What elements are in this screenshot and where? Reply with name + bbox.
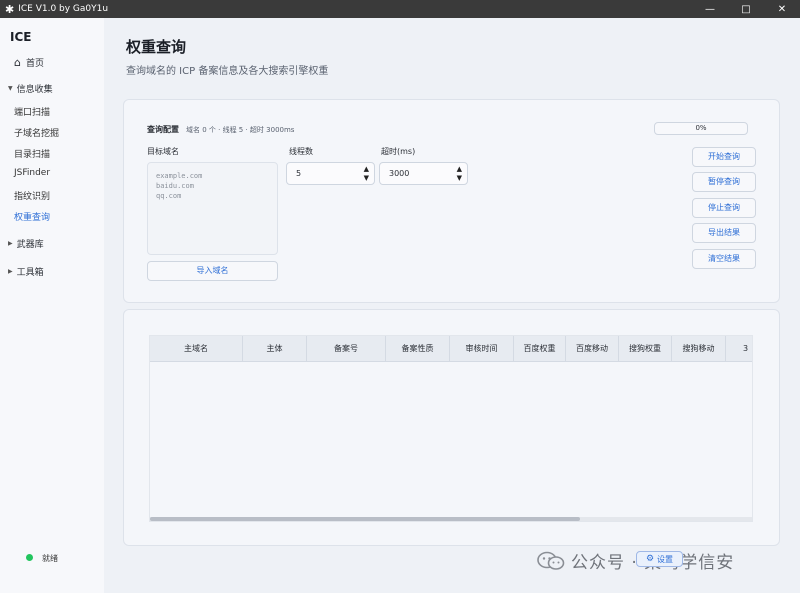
settings-button[interactable]: ⚙ 设置: [636, 551, 683, 567]
stop-query-button[interactable]: 停止查询: [692, 198, 756, 218]
export-results-button[interactable]: 导出结果: [692, 223, 756, 243]
start-query-button[interactable]: 开始查询: [692, 147, 756, 167]
window-title: ICE V1.0 by Ga0Y1u: [18, 4, 109, 14]
column-header-sogou-weight[interactable]: 搜狗权重: [619, 336, 672, 362]
stepper-arrows: ▲ ▼: [364, 165, 369, 183]
page-subtitle: 查询域名的 ICP 备案信息及各大搜索引擎权重: [126, 66, 329, 77]
minimize-button[interactable]: —: [692, 0, 728, 18]
progress-bar: 0%: [654, 122, 748, 135]
stepper-down-icon[interactable]: ▼: [364, 174, 369, 183]
sidebar-item-jsfinder[interactable]: JSFinder: [14, 168, 50, 178]
sidebar-item-home[interactable]: ⌂ 首页: [14, 56, 44, 69]
column-header-audit-time[interactable]: 审核时间: [450, 336, 514, 362]
wechat-icon: [537, 551, 565, 570]
sidebar: ICE ⌂ 首页 ▼ 信息收集 端口扫描 子域名挖掘 目录扫描 JSFinder…: [0, 18, 104, 593]
stepper-arrows: ▲ ▼: [457, 165, 462, 183]
maximize-button[interactable]: □: [728, 0, 764, 18]
column-header-baidu-mobile[interactable]: 百度移动: [566, 336, 619, 362]
close-button[interactable]: ✕: [764, 0, 800, 18]
domain-input[interactable]: [156, 171, 269, 246]
progress-text: 0%: [695, 124, 707, 132]
results-panel: ︿ 主域名 主体 备案号 备案性质 审核时间 百度权重 百度移动 搜狗权重 搜狗移…: [123, 309, 780, 546]
pause-query-button[interactable]: 暂停查询: [692, 172, 756, 192]
sidebar-item-label: 首页: [25, 59, 44, 69]
sidebar-item-port-scan[interactable]: 端口扫描: [14, 105, 50, 118]
threads-stepper[interactable]: 5 ▲ ▼: [286, 162, 375, 185]
status-indicator: [26, 554, 33, 561]
home-icon: ⌂: [14, 56, 21, 69]
stepper-down-icon[interactable]: ▼: [457, 174, 462, 183]
settings-label: 设置: [657, 554, 674, 564]
caret-down-icon: ▼: [8, 85, 13, 92]
results-table[interactable]: ︿ 主域名 主体 备案号 备案性质 审核时间 百度权重 百度移动 搜狗权重 搜狗移…: [149, 335, 753, 522]
config-title: 查询配置: [147, 125, 179, 134]
timeout-label: 超时(ms): [381, 147, 416, 156]
sidebar-group-arsenal[interactable]: ▶ 武器库: [8, 237, 44, 250]
column-header-more[interactable]: 3: [726, 336, 752, 362]
window-controls: — □ ✕: [692, 0, 800, 18]
threads-value: 5: [296, 169, 302, 178]
sidebar-item-fingerprint[interactable]: 指纹识别: [14, 189, 50, 202]
horizontal-scrollbar[interactable]: [150, 517, 752, 521]
column-header-baidu-weight[interactable]: 百度权重: [514, 336, 566, 362]
timeout-stepper[interactable]: 3000 ▲ ▼: [379, 162, 468, 185]
domain-input-box[interactable]: [147, 162, 278, 255]
domain-label: 目标域名: [147, 147, 179, 156]
import-domain-button[interactable]: 导入域名: [147, 261, 278, 281]
status-text: 就绪: [42, 554, 58, 563]
page-title: 权重查询: [126, 38, 187, 56]
sidebar-group-toolbox[interactable]: ▶ 工具箱: [8, 265, 44, 278]
stepper-up-icon[interactable]: ▲: [364, 165, 369, 174]
timeout-value: 3000: [389, 169, 410, 178]
column-header-icp-type[interactable]: 备案性质: [386, 336, 450, 362]
main-content: 权重查询 查询域名的 ICP 备案信息及各大搜索引擎权重 查询配置 域名 0 个…: [104, 18, 800, 593]
clear-results-button[interactable]: 清空结果: [692, 249, 756, 269]
query-config-panel: 查询配置 域名 0 个 · 线程 5 · 超时 3000ms 0% 目标域名 导…: [123, 99, 780, 303]
sort-icon: ︿: [194, 343, 201, 350]
sidebar-group-label: 工具箱: [16, 268, 44, 278]
sidebar-group-info-gathering[interactable]: ▼ 信息收集: [8, 82, 53, 95]
caret-right-icon: ▶: [8, 268, 13, 275]
table-header: ︿ 主域名 主体 备案号 备案性质 审核时间 百度权重 百度移动 搜狗权重 搜狗移…: [150, 336, 752, 362]
column-header-domain[interactable]: ︿ 主域名: [150, 336, 243, 362]
config-summary: 域名 0 个 · 线程 5 · 超时 3000ms: [186, 126, 295, 134]
stepper-up-icon[interactable]: ▲: [457, 165, 462, 174]
caret-right-icon: ▶: [8, 240, 13, 247]
brand-logo: ICE: [10, 30, 32, 44]
column-header-sogou-mobile[interactable]: 搜狗移动: [672, 336, 726, 362]
sidebar-item-subdomain[interactable]: 子域名挖掘: [14, 126, 59, 139]
sidebar-item-weight-query[interactable]: 权重查询: [14, 210, 50, 223]
column-header-subject[interactable]: 主体: [243, 336, 307, 362]
column-header-icp-number[interactable]: 备案号: [307, 336, 386, 362]
settings-icon: ⚙: [645, 554, 655, 564]
title-bar: ✱ ICE V1.0 by Ga0Y1u — □ ✕: [0, 0, 800, 18]
sidebar-group-label: 武器库: [16, 240, 44, 250]
scrollbar-thumb[interactable]: [150, 517, 580, 521]
app-logo-icon: ✱: [5, 2, 15, 16]
threads-label: 线程数: [289, 147, 313, 156]
sidebar-group-label: 信息收集: [16, 85, 53, 95]
sidebar-item-dir-scan[interactable]: 目录扫描: [14, 147, 50, 160]
